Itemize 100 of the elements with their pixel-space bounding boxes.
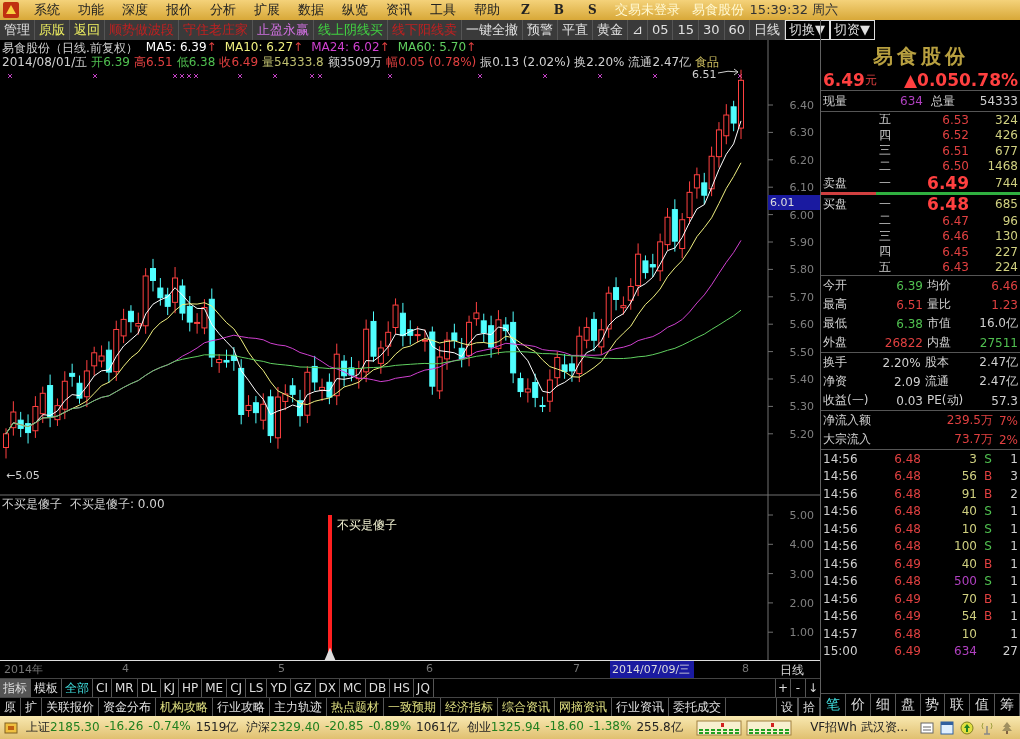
tick-price: 6.48 — [893, 451, 921, 466]
indicator-tab[interactable]: HP — [179, 679, 203, 697]
toolbar-button[interactable]: 黄金 — [593, 20, 628, 40]
toolbar-button[interactable]: 05 — [647, 20, 674, 40]
indicator-tab[interactable]: MR — [111, 679, 138, 697]
toolbar-button[interactable]: 切资▼ — [830, 20, 876, 40]
signal-icon[interactable] — [980, 720, 994, 735]
toolbar-button[interactable]: 预警 — [523, 20, 558, 40]
date-tick: 4 — [122, 662, 129, 675]
order-quantity: 96 — [1001, 213, 1018, 228]
indicator-tab[interactable]: GZ — [291, 679, 316, 697]
quote-info: 2014/08/01/五 — [2, 54, 88, 71]
toolbar-button[interactable]: 返回 — [70, 20, 105, 40]
menu-item[interactable]: 工具 — [421, 1, 465, 19]
menu-item[interactable]: 功能 — [69, 1, 113, 19]
app-logo-icon[interactable] — [3, 2, 19, 18]
menu-item[interactable]: 系统 — [25, 1, 69, 19]
toolbar-button[interactable]: 管理 — [0, 20, 35, 40]
index-change: -16.26 — [104, 719, 144, 735]
price-unit: 元 — [864, 71, 878, 89]
order-quantity: 227 — [994, 244, 1018, 259]
toolbar-button[interactable]: 60 — [724, 20, 751, 40]
price-change: ▲0.05 — [904, 70, 959, 90]
signal-label: 不买是傻子 — [337, 518, 397, 532]
date-tick: 8 — [742, 662, 749, 675]
tick-time: 14:56 — [823, 574, 859, 589]
indicator-tab[interactable]: MC — [340, 679, 366, 697]
tick-volume: 100 — [953, 539, 977, 554]
menu-item[interactable]: 深度 — [113, 1, 157, 19]
indicator-tab[interactable]: 指标 — [0, 679, 31, 697]
zoom-button[interactable]: - — [790, 679, 805, 697]
tick-time: 14:56 — [823, 591, 859, 606]
menu-item[interactable]: 扩展 — [245, 1, 289, 19]
tick-price: 6.48 — [893, 486, 921, 501]
trade-button[interactable]: Z — [509, 3, 542, 17]
quote-info: 高6.51 — [133, 54, 173, 71]
quote-info: 幅0.05 (0.78%) — [386, 54, 477, 71]
toolbar-button[interactable]: 平直 — [558, 20, 593, 40]
expand-icon[interactable] — [4, 720, 18, 735]
trade-button[interactable]: S — [575, 3, 609, 17]
indicator-tab[interactable]: JQ — [413, 679, 434, 697]
tree-icon[interactable] — [1000, 720, 1014, 735]
indicator-tab[interactable]: CI — [93, 679, 112, 697]
stock-name: 易食股份 — [690, 1, 745, 19]
index-amount: 255.8亿 — [636, 719, 683, 736]
indicator-tab[interactable]: KJ — [160, 679, 179, 697]
index-change: -18.60 — [545, 719, 584, 735]
window-icon[interactable] — [940, 720, 954, 735]
toolbar-button[interactable]: 15 — [673, 20, 699, 40]
toolbar-button[interactable]: 日线 — [750, 20, 786, 40]
ma-reading: MA60: 5.70↑ — [397, 40, 477, 56]
tick-side: S — [983, 504, 993, 519]
menu-item[interactable]: 纵览 — [333, 1, 377, 19]
zoom-button[interactable]: ↓ — [805, 679, 820, 697]
indicator-tab[interactable]: CJ — [227, 679, 247, 697]
order-quantity: 130 — [994, 229, 1018, 244]
menu-item[interactable]: 帮助 — [465, 1, 509, 19]
order-quantity: 1468 — [986, 159, 1018, 174]
indicator-tab[interactable]: ME — [202, 679, 228, 697]
toolbar-button[interactable]: ⊿ — [628, 20, 648, 40]
tick-time: 14:56 — [823, 556, 859, 571]
stat-value: 6.46 — [990, 278, 1018, 293]
indicator-tab[interactable]: LS — [246, 679, 268, 697]
toolbar-button[interactable]: 线上阴线买 — [314, 20, 388, 40]
indicator-tab[interactable]: YD — [267, 679, 291, 697]
indicator-tab[interactable]: DX — [315, 679, 340, 697]
indicator-tab[interactable]: 全部 — [62, 679, 93, 697]
menu-item[interactable]: 报价 — [157, 1, 201, 19]
menu-item[interactable]: 数据 — [289, 1, 333, 19]
index-quote[interactable]: 创业1325.94 — [466, 719, 541, 736]
tick-side: S — [983, 451, 993, 466]
indicator-tab[interactable]: 模板 — [31, 679, 62, 697]
indicator-tab[interactable]: DL — [137, 679, 161, 697]
quote-info: 收6.49 — [219, 54, 259, 71]
order-level: 三 — [879, 142, 892, 160]
toolbar-button[interactable]: 一键全撤 — [462, 20, 523, 40]
order-level: 五 — [879, 258, 892, 276]
toolbar-button[interactable]: 止盈永赢 — [253, 20, 314, 40]
toolbar-button[interactable]: 30 — [699, 20, 725, 40]
order-price: 6.48 — [926, 194, 969, 214]
indicator-axis-label: 3.00 — [789, 567, 814, 581]
toolbar-button[interactable]: 原版 — [35, 20, 70, 40]
ma-reading: MA5: 6.39↑ — [145, 40, 217, 56]
trade-button[interactable]: B — [541, 3, 576, 17]
tick-volume: 500 — [953, 574, 977, 589]
menu-item[interactable]: 分析 — [201, 1, 245, 19]
indicator-tab[interactable]: DB — [365, 679, 391, 697]
index-quote[interactable]: 沪深2329.40 — [246, 719, 320, 736]
price-axis-label: 5.80 — [789, 263, 814, 277]
menu-item[interactable]: 资讯 — [377, 1, 421, 19]
tick-count: 3 — [1009, 469, 1018, 484]
indicator-tab[interactable]: HS — [390, 679, 414, 697]
price-axis-label: 5.60 — [789, 318, 814, 332]
index-quote[interactable]: 上证2185.30 — [26, 719, 100, 736]
zoom-button[interactable]: + — [775, 679, 790, 697]
news-ticker[interactable]: VF招Wh 武汉资... — [810, 719, 914, 736]
note-icon[interactable] — [920, 720, 934, 735]
tick-count: 27 — [1001, 644, 1018, 659]
tick-volume: 40 — [960, 504, 977, 519]
order-price: 6.43 — [941, 260, 969, 275]
